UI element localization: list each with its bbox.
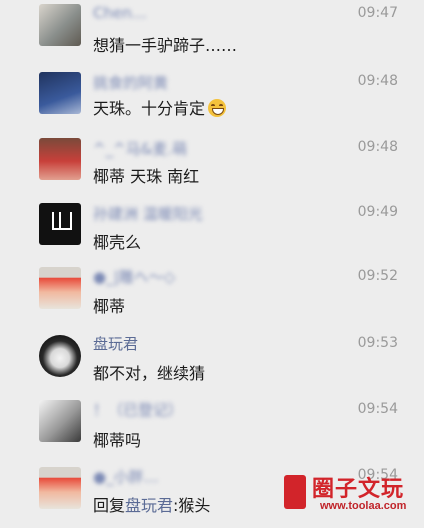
comment-row[interactable]: 孙建洲 温暖阳光 椰壳么 09:49 — [0, 196, 424, 262]
comment-text: 椰蒂 — [93, 297, 126, 316]
comment-text: 都不对，继续猜 — [93, 364, 206, 383]
avatar[interactable] — [39, 335, 81, 377]
commenter-name[interactable]: ●_|雕ヘ～◇ — [93, 266, 175, 287]
comment-time: 09:52 — [357, 268, 398, 284]
seal-icon — [284, 475, 306, 509]
comment-text: 回复盘玩君:猴头 — [93, 496, 211, 515]
comment-time: 09:54 — [357, 401, 398, 417]
comment-text: 想猜一手驴蹄子…… — [93, 36, 238, 55]
commenter-name[interactable]: ！（已登记） — [93, 399, 183, 420]
avatar[interactable] — [39, 400, 81, 442]
comment-time: 09:47 — [357, 5, 398, 21]
comment-time: 09:53 — [357, 335, 398, 351]
comment-time: 09:49 — [357, 204, 398, 220]
comment-row[interactable]: Chen… 想猜一手驴蹄子…… 09:47 — [0, 0, 424, 62]
grinning-face-icon — [208, 99, 227, 117]
commenter-name[interactable]: 挑食的阿黄 — [93, 72, 168, 93]
comment-row[interactable]: ^_^马&麦.萌 椰蒂 天珠 南红 09:48 — [0, 130, 424, 196]
comment-text: 天珠。十分肯定 — [93, 95, 227, 119]
comment-text: 椰蒂 天珠 南红 — [93, 167, 200, 186]
logo-icon-stroke — [59, 212, 61, 228]
avatar[interactable] — [39, 72, 81, 114]
commenter-name[interactable]: ●_小胖… — [93, 466, 159, 487]
comment-row[interactable]: ！（已登记） 椰蒂吗 09:54 — [0, 395, 424, 461]
comment-text: 椰蒂吗 — [93, 431, 142, 450]
avatar[interactable] — [39, 138, 81, 180]
commenter-name[interactable]: ^_^马&麦.萌 — [93, 138, 187, 159]
comment-row[interactable]: 盘玩君 都不对，继续猜 09:53 — [0, 328, 424, 394]
logo-icon — [52, 212, 72, 230]
commenter-name[interactable]: 盘玩君 — [93, 333, 138, 354]
avatar[interactable] — [39, 203, 81, 245]
comment-time: 09:48 — [357, 73, 398, 89]
watermark-url: www.toolaa.com — [320, 500, 407, 512]
avatar[interactable] — [39, 267, 81, 309]
comment-time: 09:48 — [357, 139, 398, 155]
avatar[interactable] — [39, 4, 81, 46]
mention-link[interactable]: 盘玩君 — [125, 496, 173, 515]
watermark-title: 圈子文玩 — [312, 476, 405, 502]
watermark: 圈子文玩 www.toolaa.com — [284, 471, 418, 517]
commenter-name[interactable]: Chen… — [93, 4, 147, 22]
comment-row[interactable]: ●_|雕ヘ～◇ 椰蒂 09:52 — [0, 262, 424, 328]
comment-text: 椰壳么 — [93, 233, 142, 252]
comment-row[interactable]: 挑食的阿黄 天珠。十分肯定 09:48 — [0, 64, 424, 130]
avatar[interactable] — [39, 467, 81, 509]
commenter-name[interactable]: 孙建洲 温暖阳光 — [93, 203, 203, 224]
comment-list: Chen… 想猜一手驴蹄子…… 09:47 挑食的阿黄 天珠。十分肯定 09:4… — [0, 0, 424, 528]
